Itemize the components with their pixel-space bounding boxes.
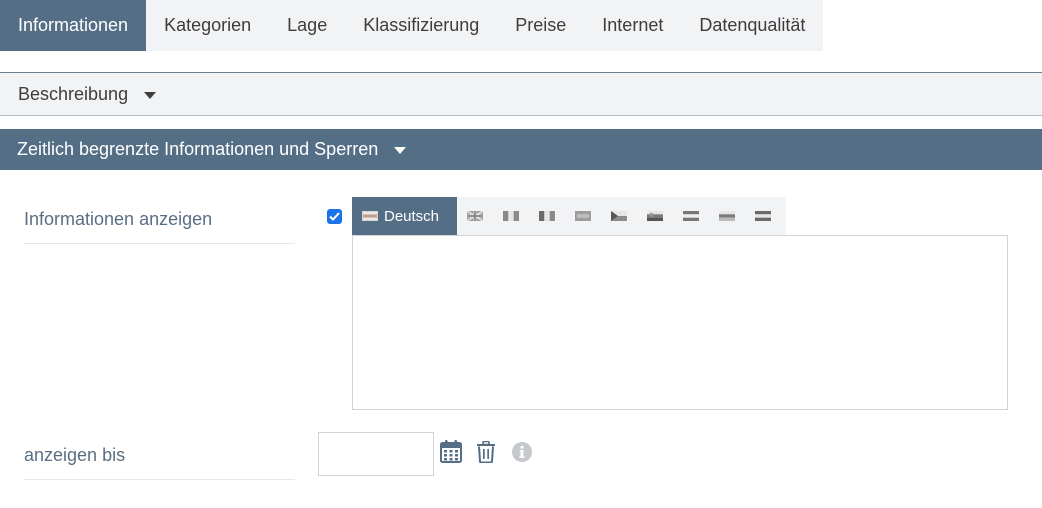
tab-lage[interactable]: Lage [269, 0, 345, 51]
flag-icon [575, 211, 592, 221]
tab-datenqualitaet[interactable]: Datenqualität [681, 0, 823, 51]
info-icon[interactable] [512, 442, 532, 467]
italian-flag-icon [503, 211, 520, 221]
section-zeitlich-header[interactable]: Zeitlich begrenzte Informationen und Spe… [0, 129, 1042, 170]
slovenian-flag-icon [647, 211, 664, 221]
language-tab-czech[interactable] [601, 197, 637, 235]
check-icon [329, 212, 340, 221]
tab-bar: Informationen Kategorien Lage Klassifizi… [0, 0, 824, 51]
language-tab-slovenian[interactable] [637, 197, 673, 235]
section-beschreibung-header[interactable]: Beschreibung [0, 72, 1042, 116]
tab-informationen[interactable]: Informationen [0, 0, 147, 51]
language-tab-deutsch[interactable]: Deutsch [352, 197, 458, 235]
tab-internet[interactable]: Internet [584, 0, 681, 51]
czech-flag-icon [611, 211, 628, 221]
caret-down-icon [144, 91, 157, 99]
language-tab-9[interactable] [745, 197, 781, 235]
section-title: Beschreibung [18, 83, 129, 104]
language-tab-4[interactable] [565, 197, 601, 235]
french-flag-icon [539, 211, 556, 221]
language-tab-french[interactable] [529, 197, 565, 235]
trash-icon[interactable] [476, 440, 496, 468]
flag-icon [755, 211, 772, 221]
language-bar: Deutsch [352, 197, 786, 235]
language-label: Deutsch [384, 207, 440, 225]
flag-icon [683, 211, 700, 221]
language-tab-7[interactable] [673, 197, 709, 235]
info-textarea[interactable] [352, 235, 1008, 410]
tab-preise[interactable]: Preise [497, 0, 584, 51]
date-input[interactable] [318, 432, 434, 476]
flag-icon [719, 211, 736, 221]
caret-down-icon [394, 147, 407, 154]
calendar-icon[interactable] [440, 440, 462, 468]
language-tab-italian[interactable] [493, 197, 529, 235]
german-flag-icon [362, 211, 378, 221]
language-tab-english[interactable] [457, 197, 493, 235]
language-tab-8[interactable] [709, 197, 745, 235]
english-flag-icon [467, 211, 484, 221]
info-checkbox[interactable] [327, 209, 342, 224]
bis-label: anzeigen bis [24, 434, 295, 480]
tab-kategorien[interactable]: Kategorien [146, 0, 269, 51]
tab-klassifizierung[interactable]: Klassifizierung [345, 0, 497, 51]
section-title: Zeitlich begrenzte Informationen und Spe… [17, 139, 379, 159]
info-label: Informationen anzeigen [24, 198, 295, 244]
